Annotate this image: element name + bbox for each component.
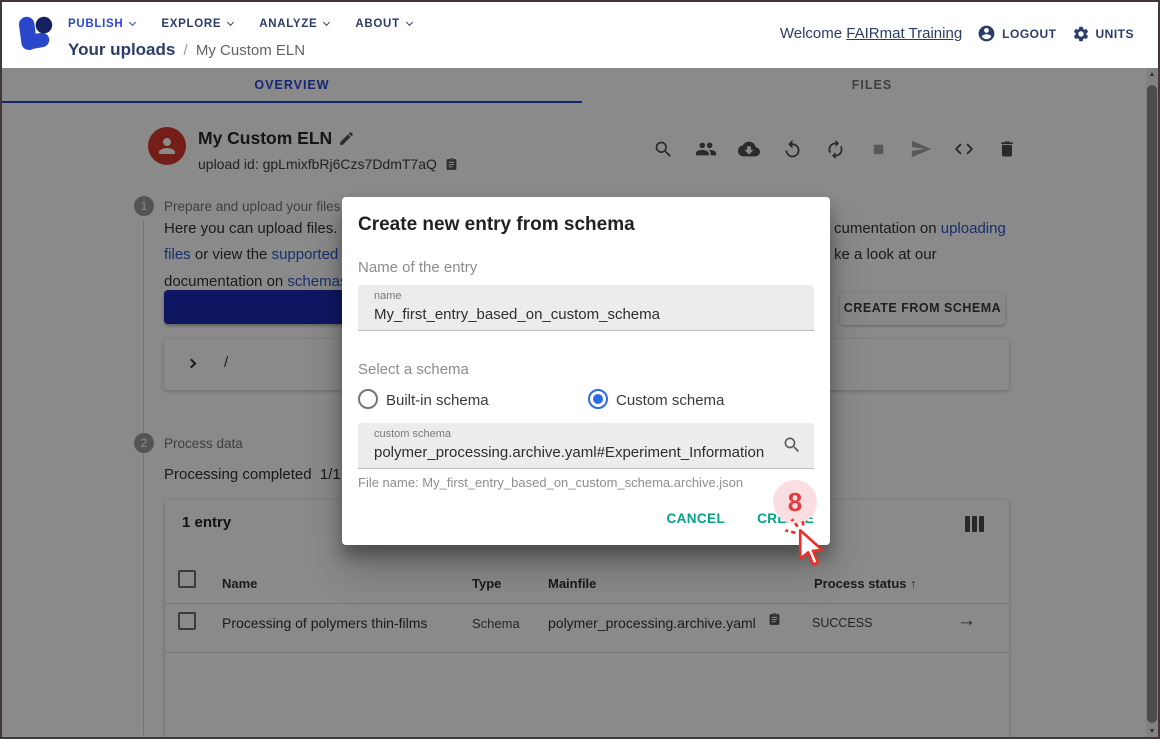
schema-search-icon[interactable] (782, 435, 802, 455)
nomad-upload-window: PUBLISH EXPLORE ANALYZE ABOUT Your uploa… (0, 0, 1160, 739)
custom-schema-input[interactable]: custom schema polymer_processing.archive… (358, 423, 814, 469)
breadcrumb: Your uploads / My Custom ELN (68, 40, 305, 60)
file-name-caption: File name: My_first_entry_based_on_custo… (358, 475, 743, 490)
chevron-down-icon (227, 19, 234, 26)
schema-section-label: Select a schema (358, 361, 469, 378)
cancel-button[interactable]: CANCEL (666, 511, 725, 526)
welcome-text: Welcome FAIRmat Training (780, 25, 962, 42)
tutorial-cursor-icon (784, 518, 824, 570)
nav-publish[interactable]: PUBLISH (68, 18, 135, 30)
user-link[interactable]: FAIRmat Training (846, 25, 962, 42)
custom-schema-radio[interactable] (588, 389, 608, 409)
dialog-title: Create new entry from schema (358, 214, 635, 236)
units-button[interactable]: UNITS (1072, 25, 1135, 43)
gear-icon (1072, 25, 1090, 43)
account-icon (977, 24, 996, 43)
custom-schema-label[interactable]: Custom schema (616, 392, 724, 409)
nav-about[interactable]: ABOUT (355, 18, 411, 30)
logout-button[interactable]: LOGOUT (977, 24, 1056, 43)
chevron-down-icon (323, 19, 330, 26)
create-entry-dialog: Create new entry from schema Name of the… (342, 197, 830, 545)
main-nav: PUBLISH EXPLORE ANALYZE ABOUT (68, 18, 412, 30)
builtin-schema-label[interactable]: Built-in schema (386, 392, 489, 409)
name-section-label: Name of the entry (358, 259, 477, 276)
app-bar-actions: Welcome FAIRmat Training LOGOUT UNITS (780, 24, 1134, 43)
chevron-down-icon (406, 19, 413, 26)
builtin-schema-radio[interactable] (358, 389, 378, 409)
entry-name-input[interactable]: name My_first_entry_based_on_custom_sche… (358, 285, 814, 331)
breadcrumb-current: My Custom ELN (196, 42, 305, 59)
nav-analyze[interactable]: ANALYZE (259, 18, 329, 30)
nomad-logo-icon (16, 15, 54, 53)
chevron-down-icon (129, 19, 136, 26)
app-bar: PUBLISH EXPLORE ANALYZE ABOUT Your uploa… (2, 2, 1158, 68)
nav-explore[interactable]: EXPLORE (161, 18, 233, 30)
breadcrumb-your-uploads[interactable]: Your uploads (68, 40, 175, 59)
